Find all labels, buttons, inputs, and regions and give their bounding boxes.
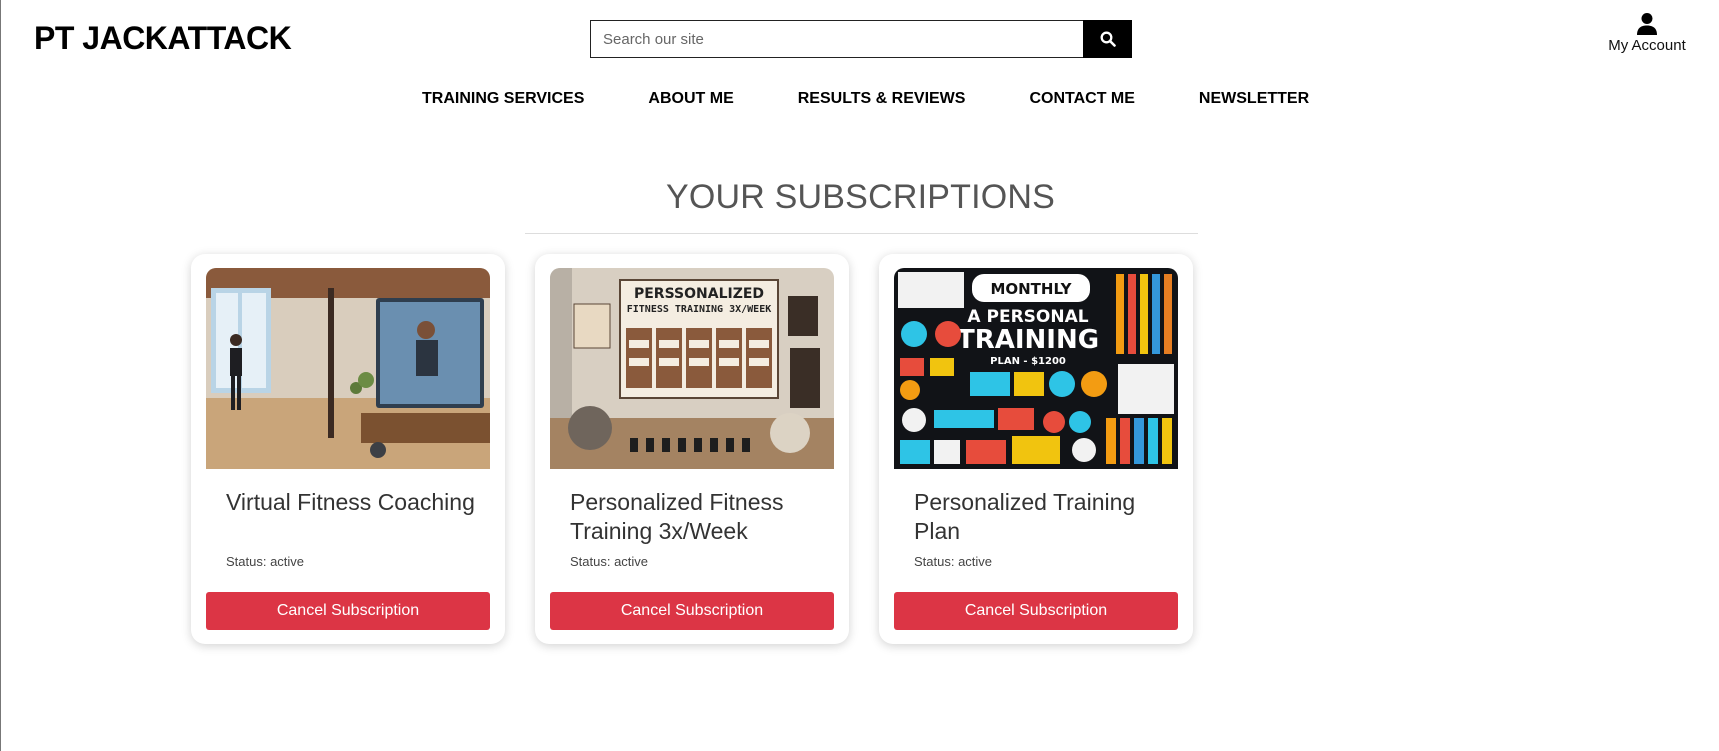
my-account-link[interactable]: My Account	[1597, 12, 1697, 54]
subscription-card: MONTHLY A PERSONAL TRAINING PLAN - $1200	[879, 254, 1193, 644]
nav-contact-me[interactable]: CONTACT ME	[1029, 90, 1134, 108]
cancel-subscription-button[interactable]: Cancel Subscription	[894, 592, 1178, 630]
image-text-monthly: MONTHLY	[990, 280, 1072, 298]
image-text-training: TRAINING	[957, 325, 1099, 355]
search-icon	[1100, 31, 1116, 47]
home-workout-video-call-image	[206, 268, 490, 469]
image-text-title: PERSSONALIZED	[634, 286, 764, 302]
user-icon	[1637, 13, 1657, 35]
cancel-subscription-button[interactable]: Cancel Subscription	[550, 592, 834, 630]
title-divider	[525, 233, 1198, 234]
image-text-plan: PLAN - $1200	[990, 356, 1066, 367]
gym-schedule-board-image: PERSSONALIZED FITNESS TRAINING 3X/WEEK	[550, 268, 834, 469]
nav-results-reviews[interactable]: RESULTS & REVIEWS	[798, 90, 966, 108]
subscription-title: Personalized Fitness Training 3x/Week	[570, 489, 784, 544]
main-nav: TRAINING SERVICES ABOUT ME RESULTS & REV…	[422, 90, 1309, 108]
page-title: YOUR SUBSCRIPTIONS	[666, 178, 1055, 216]
nav-about-me[interactable]: ABOUT ME	[648, 90, 733, 108]
my-account-label: My Account	[1608, 37, 1686, 54]
nav-newsletter[interactable]: NEWSLETTER	[1199, 90, 1309, 108]
subscription-title: Virtual Fitness Coaching	[226, 489, 475, 515]
subscription-status: Status: active	[570, 554, 649, 569]
cancel-subscription-button[interactable]: Cancel Subscription	[206, 592, 490, 630]
subscription-title: Personalized Training Plan	[914, 489, 1136, 544]
subscription-status: Status: active	[226, 554, 305, 569]
subscription-card: Virtual Fitness Coaching Status: active …	[191, 254, 505, 644]
subscription-status: Status: active	[914, 554, 993, 569]
search-input[interactable]	[590, 20, 1083, 58]
monthly-training-plan-infographic-image: MONTHLY A PERSONAL TRAINING PLAN - $1200	[894, 268, 1178, 469]
search-button[interactable]	[1083, 20, 1132, 58]
search-bar	[590, 20, 1132, 58]
image-text-a-personal: A PERSONAL	[967, 307, 1088, 327]
nav-training-services[interactable]: TRAINING SERVICES	[422, 90, 584, 108]
page: PT JACKATTACK My Account TRAINING SERVIC…	[0, 0, 1719, 751]
image-text-subtitle: FITNESS TRAINING 3X/WEEK	[627, 304, 772, 315]
brand-logo[interactable]: PT JACKATTACK	[34, 20, 292, 57]
subscription-card: PERSSONALIZED FITNESS TRAINING 3X/WEEK P…	[535, 254, 849, 644]
